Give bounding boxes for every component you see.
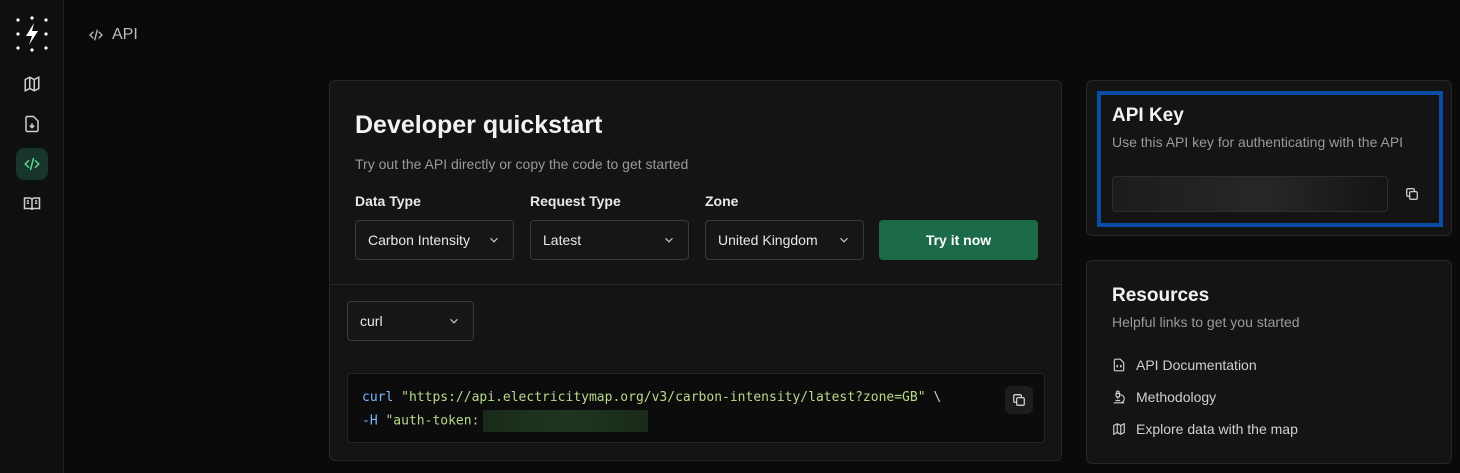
zone-select[interactable]: United Kingdom — [705, 220, 864, 260]
language-value: curl — [360, 313, 383, 329]
code-header: "auth-token: — [385, 413, 480, 429]
file-download-icon — [25, 115, 39, 133]
request-type-value: Latest — [543, 232, 582, 248]
code-icon — [24, 157, 40, 171]
zone-label: Zone — [705, 193, 739, 209]
resources-card: Resources Helpful links to get you start… — [1086, 260, 1452, 464]
code-flag: -H — [362, 413, 378, 429]
link-explore-map[interactable]: Explore data with the map — [1112, 421, 1298, 437]
map-icon — [24, 76, 40, 92]
code-line-continuation: \ — [925, 390, 942, 405]
request-type-select[interactable]: Latest — [530, 220, 689, 260]
quickstart-subtitle: Try out the API directly or copy the cod… — [355, 156, 689, 172]
copy-icon — [1013, 394, 1025, 406]
quickstart-title: Developer quickstart — [355, 111, 603, 139]
chevron-down-icon — [665, 237, 673, 243]
divider — [330, 284, 1061, 285]
file-code-icon — [1113, 358, 1125, 372]
code-snippet[interactable]: curl "https://api.electricitymap.org/v3/… — [347, 373, 1045, 443]
link-label: Explore data with the map — [1136, 421, 1298, 437]
zone-value: United Kingdom — [718, 232, 818, 248]
sidebar — [0, 0, 64, 473]
chevron-down-icon — [840, 237, 848, 243]
code-command: curl — [362, 390, 394, 405]
breadcrumb: API — [88, 26, 138, 44]
data-type-value: Carbon Intensity — [368, 232, 470, 248]
language-select[interactable]: curl — [347, 301, 474, 341]
api-key-card: API Key Use this API key for authenticat… — [1086, 80, 1452, 236]
data-type-select[interactable]: Carbon Intensity — [355, 220, 514, 260]
resources-title: Resources — [1112, 285, 1210, 306]
api-key-field[interactable] — [1112, 176, 1388, 212]
microscope-icon — [1113, 390, 1125, 404]
sidebar-item-docs[interactable] — [16, 188, 48, 220]
breadcrumb-label: API — [112, 26, 138, 43]
code-icon — [89, 29, 103, 41]
copy-api-key-button[interactable] — [1398, 180, 1426, 208]
code-url: "https://api.electricitymap.org/v3/carbo… — [401, 390, 926, 405]
resources-subtitle: Helpful links to get you started — [1112, 314, 1300, 330]
chevron-down-icon — [490, 237, 498, 243]
request-type-label: Request Type — [530, 193, 621, 209]
api-key-title: API Key — [1112, 105, 1184, 126]
developer-quickstart-card: Developer quickstart Try out the API dir… — [329, 80, 1062, 461]
api-key-subtitle: Use this API key for authenticating with… — [1112, 134, 1404, 150]
book-open-icon — [23, 197, 41, 211]
try-it-now-button[interactable]: Try it now — [879, 220, 1038, 260]
sidebar-item-map[interactable] — [16, 68, 48, 100]
code-line-2: -H "auth-token: — [362, 410, 649, 432]
code-line-1: curl "https://api.electricitymap.org/v3/… — [362, 390, 941, 405]
data-type-label: Data Type — [355, 193, 421, 209]
link-label: API Documentation — [1136, 357, 1257, 373]
redacted-token — [483, 410, 649, 432]
link-methodology[interactable]: Methodology — [1112, 389, 1216, 405]
copy-icon — [1406, 188, 1418, 200]
sidebar-item-download[interactable] — [16, 108, 48, 140]
electricity-logo-icon[interactable] — [14, 16, 50, 52]
link-api-documentation[interactable]: API Documentation — [1112, 357, 1257, 373]
chevron-down-icon — [450, 318, 458, 324]
link-label: Methodology — [1136, 389, 1217, 405]
map-icon — [1113, 422, 1125, 436]
sidebar-item-api[interactable] — [16, 148, 48, 180]
copy-code-button[interactable] — [1005, 386, 1033, 414]
